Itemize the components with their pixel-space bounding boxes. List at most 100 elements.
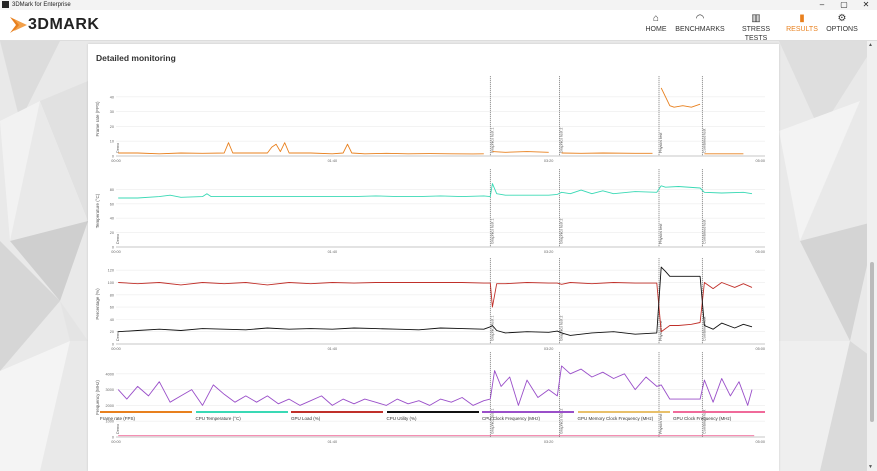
- y-axis-label: Percentage (%): [95, 288, 100, 320]
- series-line: [660, 87, 701, 108]
- y-tick-label: 80: [110, 293, 114, 297]
- legend-label: CPU Utility (%): [386, 416, 417, 421]
- nav-options[interactable]: ⚙ OPTIONS: [825, 10, 859, 40]
- section-label: Combined test: [702, 128, 706, 153]
- nav-home-label: HOME: [645, 26, 667, 33]
- nav-results-label: RESULTS: [786, 26, 818, 33]
- section-label: Graphics test 2: [559, 315, 563, 341]
- x-tick-label: 05:00: [755, 250, 765, 254]
- x-tick-label: 05:00: [755, 347, 765, 351]
- section-label: Graphics test 2: [559, 127, 563, 153]
- legend-swatch: [100, 411, 192, 413]
- y-tick-label: 60: [110, 306, 114, 310]
- section-label: Graphics test 1: [490, 127, 494, 153]
- y-tick-label: 20: [110, 231, 114, 235]
- legend-label: GPU Clock Frequency (MHz): [673, 416, 732, 421]
- x-tick-label: 01:40: [328, 159, 338, 163]
- x-tick-label: 00:00: [111, 440, 121, 444]
- y-tick-label: 0: [112, 155, 114, 159]
- y-tick-label: 0: [112, 436, 114, 440]
- y-tick-label: 10: [110, 140, 114, 144]
- legend-item[interactable]: GPU Load (%): [291, 411, 383, 425]
- legend-item[interactable]: CPU Utility (%): [386, 411, 479, 425]
- x-tick-label: 00:00: [111, 347, 121, 351]
- logo-text: 3DMARK: [28, 16, 100, 33]
- bar-chart-icon: ▥: [751, 13, 761, 24]
- legend-item[interactable]: GPU Memory Clock Frequency (MHz): [577, 411, 670, 425]
- legend-label: GPU Memory Clock Frequency (MHz): [577, 416, 654, 421]
- close-button[interactable]: ✕: [856, 0, 876, 10]
- app-header: 3DMARK ⌂ HOME ◠ BENCHMARKS ▥ STRESS TEST…: [0, 10, 877, 42]
- y-axis-label: Frame rate (FPS): [95, 101, 100, 137]
- section-label: Demo: [116, 143, 120, 153]
- x-tick-label: 00:00: [111, 159, 121, 163]
- legend-item[interactable]: CPU Temperature (°C): [195, 411, 288, 425]
- results-icon: ▮: [799, 13, 805, 24]
- y-tick-label: 20: [110, 125, 114, 129]
- x-tick-label: 00:00: [111, 250, 121, 254]
- scroll-up-arrow[interactable]: ▲: [868, 42, 873, 48]
- y-tick-label: 40: [110, 318, 114, 322]
- legend-label: Frame rate (FPS): [100, 416, 136, 421]
- logo-flame-icon: [10, 17, 27, 33]
- section-label: Graphics test 1: [490, 218, 494, 244]
- x-tick-label: 05:00: [755, 159, 765, 163]
- nav-options-label: OPTIONS: [826, 26, 858, 33]
- y-tick-label: 40: [110, 217, 114, 221]
- series-line: [118, 142, 484, 155]
- x-tick-label: 01:40: [328, 347, 338, 351]
- series-line: [118, 183, 753, 199]
- section-label: Physics test: [659, 132, 663, 153]
- x-tick-label: 01:40: [328, 440, 338, 444]
- section-label: Demo: [116, 424, 120, 434]
- y-tick-label: 4000: [106, 372, 114, 376]
- y-tick-label: 100: [108, 281, 114, 285]
- nav-benchmarks-label: BENCHMARKS: [675, 26, 725, 33]
- x-tick-label: 03:20: [544, 347, 554, 351]
- legend-item[interactable]: GPU Clock Frequency (MHz): [673, 411, 765, 425]
- legend-swatch: [291, 411, 383, 413]
- nav-stress-tests[interactable]: ▥ STRESS TESTS: [732, 10, 780, 42]
- legend-swatch: [673, 411, 765, 413]
- window-title: 3DMark for Enterprise: [12, 2, 71, 8]
- legend-swatch: [195, 411, 288, 413]
- y-tick-label: 3000: [106, 388, 114, 392]
- y-tick-label: 80: [110, 188, 114, 192]
- series-line: [117, 365, 753, 406]
- series-line: [492, 151, 549, 153]
- y-tick-label: 0: [112, 343, 114, 347]
- nav-results[interactable]: ▮ RESULTS: [786, 10, 818, 40]
- legend-item[interactable]: Frame rate (FPS): [100, 411, 192, 425]
- series-line: [118, 266, 753, 336]
- x-tick-label: 03:20: [544, 440, 554, 444]
- home-icon: ⌂: [652, 13, 660, 24]
- legend-label: CPU Temperature (°C): [195, 416, 241, 421]
- y-tick-label: 120: [108, 269, 114, 273]
- app-icon: [2, 1, 9, 8]
- nav-home[interactable]: ⌂ HOME: [642, 10, 670, 40]
- y-tick-label: 20: [110, 330, 114, 334]
- legend-swatch: [482, 411, 574, 413]
- scroll-down-arrow[interactable]: ▼: [868, 464, 873, 470]
- y-axis-label: Temperature (°C): [95, 193, 100, 228]
- legend-swatch: [577, 411, 670, 413]
- y-tick-label: 40: [110, 95, 114, 99]
- scrollbar-thumb[interactable]: [870, 262, 874, 422]
- legend-label: GPU Load (%): [291, 416, 321, 421]
- minimize-button[interactable]: –: [812, 0, 832, 10]
- nav-benchmarks[interactable]: ◠ BENCHMARKS: [675, 10, 725, 40]
- section-label: Graphics test 1: [490, 315, 494, 341]
- section-label: Demo: [116, 234, 120, 244]
- maximize-button[interactable]: ▢: [834, 0, 854, 10]
- y-axis-label: Frequency (MHz): [95, 380, 100, 415]
- legend-label: CPU Clock Frequency (MHz): [482, 416, 541, 421]
- gauge-icon: ◠: [695, 13, 705, 24]
- y-tick-label: 0: [112, 246, 114, 250]
- legend-item[interactable]: CPU Clock Frequency (MHz): [482, 411, 574, 425]
- x-tick-label: 03:20: [544, 250, 554, 254]
- section-label: Combined test: [702, 219, 706, 244]
- section-label: Graphics test 2: [559, 218, 563, 244]
- legend-swatch: [386, 411, 479, 413]
- y-tick-label: 30: [110, 110, 114, 114]
- section-label: Physics test: [659, 223, 663, 244]
